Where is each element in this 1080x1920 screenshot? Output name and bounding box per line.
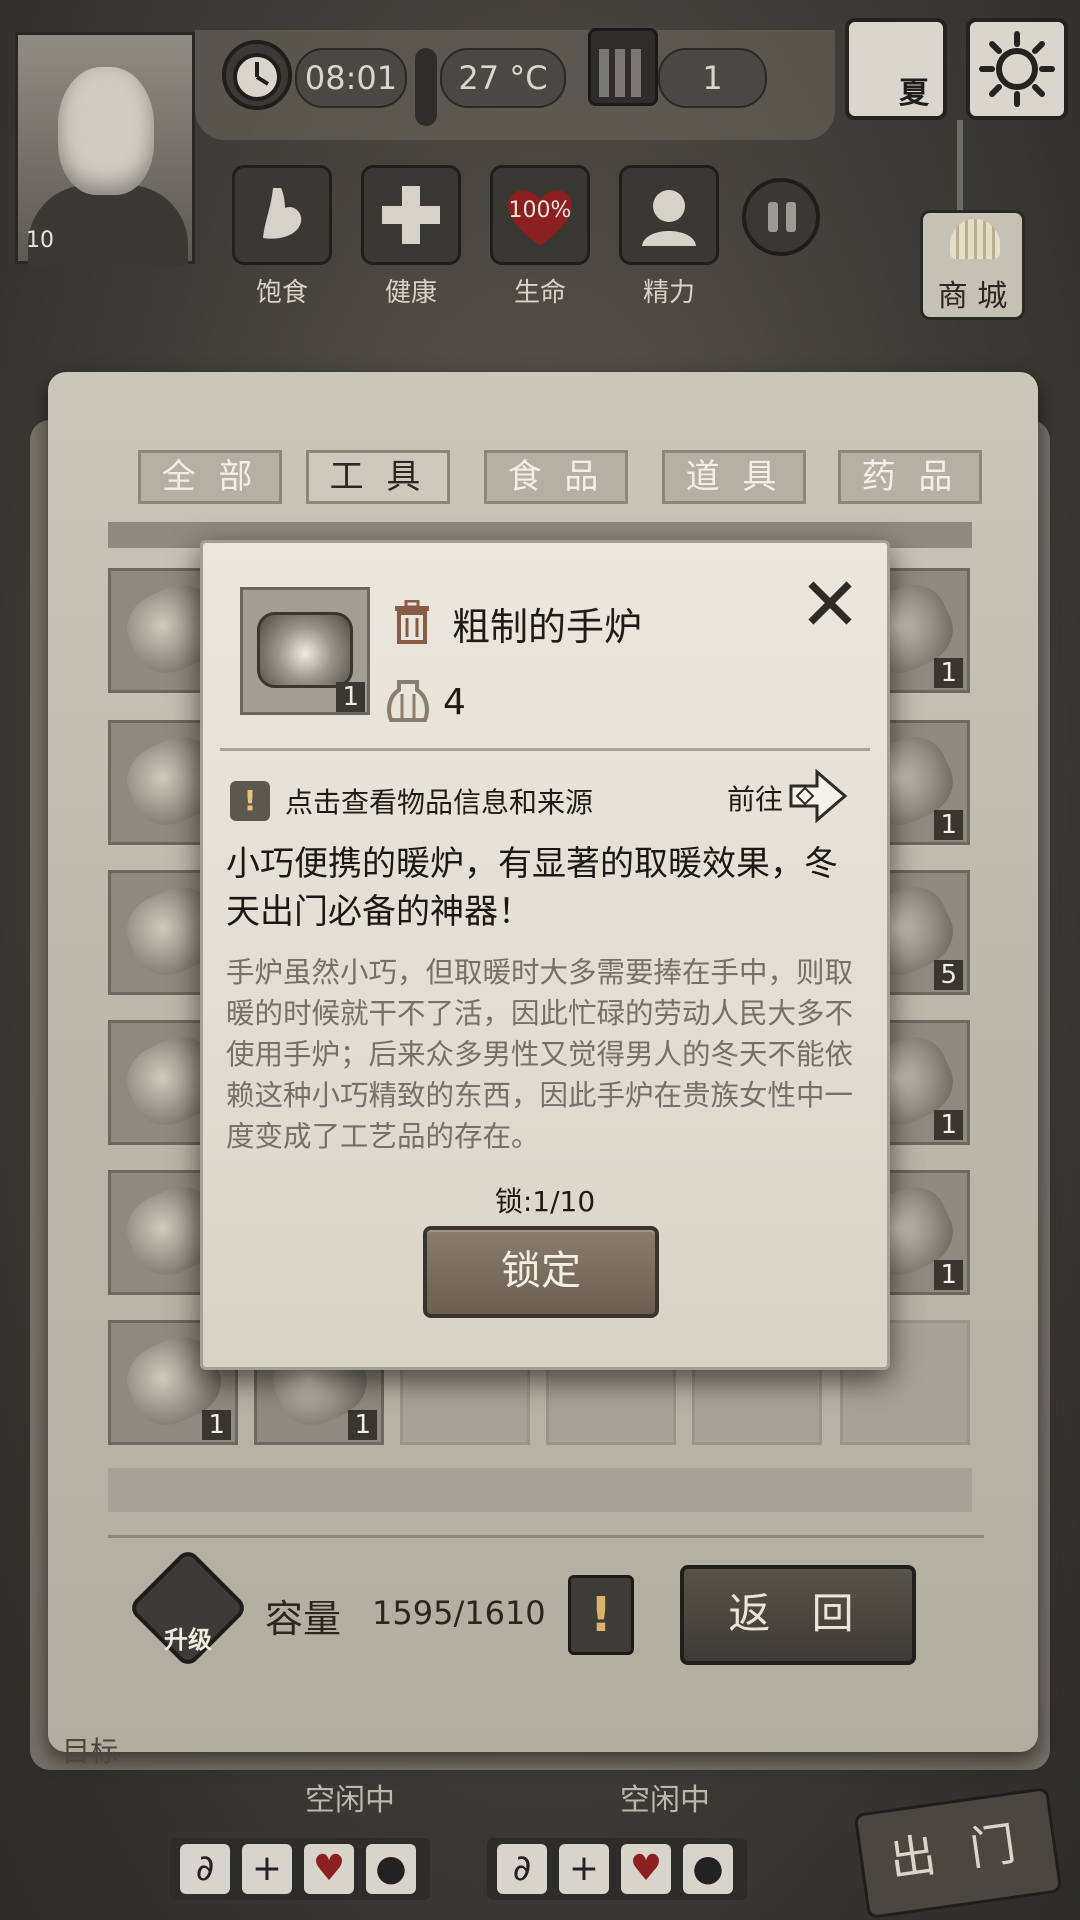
satiety-label: 饱食 [255, 278, 308, 308]
shell-icon [950, 219, 1000, 259]
inventory-row-partial [108, 1468, 972, 1512]
exit-button[interactable]: 出 门 [853, 1786, 1063, 1920]
season-label: 夏 [899, 76, 929, 111]
heart-icon: ♥ [621, 1844, 671, 1894]
cross-icon: + [559, 1844, 609, 1894]
person-icon: ● [366, 1844, 416, 1894]
energy-stat[interactable] [619, 165, 719, 265]
season-button[interactable]: 夏 [845, 18, 947, 120]
item-count: 1 [934, 1260, 963, 1290]
player-level: 10 [26, 228, 54, 253]
close-button[interactable]: ✕ [795, 568, 865, 642]
portrait-face [58, 67, 154, 195]
item-name: 粗制的手炉 [452, 605, 643, 649]
person-icon: ● [683, 1844, 733, 1894]
item-description: 小巧便携的暖炉，有显著的取暖效果，冬天出门必备的神器！ [226, 844, 838, 932]
item-count: 5 [934, 960, 963, 990]
tab-food[interactable]: 食 品 [484, 450, 628, 504]
character-1-stats[interactable]: ∂ + ♥ ● [170, 1838, 430, 1900]
tab-tools[interactable]: 工 具 [306, 450, 450, 504]
lock-button[interactable]: 锁定 [423, 1226, 659, 1318]
item-weight: 4 [443, 682, 466, 723]
temperature-display: 27 °C [440, 48, 566, 108]
shop-label: 商 城 [937, 279, 1008, 314]
stomach-icon: ∂ [497, 1844, 547, 1894]
tab-all[interactable]: 全 部 [138, 450, 282, 504]
person-icon [642, 190, 696, 246]
item-lore: 手炉虽然小巧，但取暖时大多需要捧在手中，则取暖的时候就干不了活，因此忙碌的劳动人… [226, 956, 854, 1153]
portrait-shoulders [28, 185, 188, 265]
back-button[interactable]: 返 回 [680, 1565, 916, 1665]
energy-label: 精力 [642, 278, 695, 308]
stomach-icon [263, 188, 302, 239]
item-thumb-count: 1 [336, 682, 365, 712]
capacity-value: 1595/1610 [372, 1594, 546, 1632]
tab-medicine[interactable]: 药 品 [838, 450, 982, 504]
item-count: 1 [934, 1110, 963, 1140]
gear-icon [979, 31, 1055, 107]
calendar-icon [588, 28, 658, 106]
capacity-info-button[interactable]: ! [568, 1575, 634, 1655]
goto-arrow-icon[interactable] [787, 768, 849, 824]
upgrade-label: 升级 [164, 1626, 212, 1654]
life-stat[interactable]: 100% [490, 165, 590, 265]
info-badge-icon: ! [230, 781, 270, 821]
item-info-link[interactable]: 点击查看物品信息和来源 [285, 781, 593, 821]
heart-icon: ♥ [304, 1844, 354, 1894]
settings-button[interactable] [966, 18, 1068, 120]
item-count: 1 [934, 810, 963, 840]
item-count: 1 [348, 1410, 377, 1440]
weight-bag-icon [387, 680, 429, 722]
character-2-stats[interactable]: ∂ + ♥ ● [487, 1838, 747, 1900]
character-1-status: 空闲中 [305, 1783, 395, 1818]
life-label: 生命 [513, 278, 566, 308]
lock-count: 锁:1/10 [494, 1185, 596, 1218]
character-2-status: 空闲中 [620, 1783, 710, 1818]
satiety-stat[interactable] [232, 165, 332, 265]
stomach-icon: ∂ [180, 1844, 230, 1894]
cross-icon: + [242, 1844, 292, 1894]
day-counter: 1 [658, 48, 767, 108]
health-stat[interactable] [361, 165, 461, 265]
stopwatch-icon [222, 40, 292, 110]
item-count: 1 [202, 1410, 231, 1440]
popup-divider [220, 748, 870, 751]
sign-rope [957, 120, 963, 215]
item-count: 1 [934, 658, 963, 688]
item-thumbnail: 1 [240, 587, 370, 715]
tab-items[interactable]: 道 具 [662, 450, 806, 504]
panel-divider [108, 1535, 984, 1538]
capacity-label: 容量 [265, 1597, 342, 1641]
hand-warmer-image [257, 612, 353, 688]
player-portrait[interactable]: 10 [15, 32, 195, 265]
life-value: 100% [508, 198, 572, 223]
pause-button[interactable] [742, 178, 820, 256]
trash-icon[interactable] [393, 600, 431, 644]
cross-icon [382, 186, 440, 244]
thermometer-icon [415, 48, 437, 126]
time-display: 08:01 [295, 48, 407, 108]
health-label: 健康 [384, 278, 437, 308]
goal-label: 目标 [62, 1735, 119, 1768]
goto-label: 前往 [727, 783, 784, 816]
shop-button[interactable]: 商 城 [920, 210, 1025, 320]
